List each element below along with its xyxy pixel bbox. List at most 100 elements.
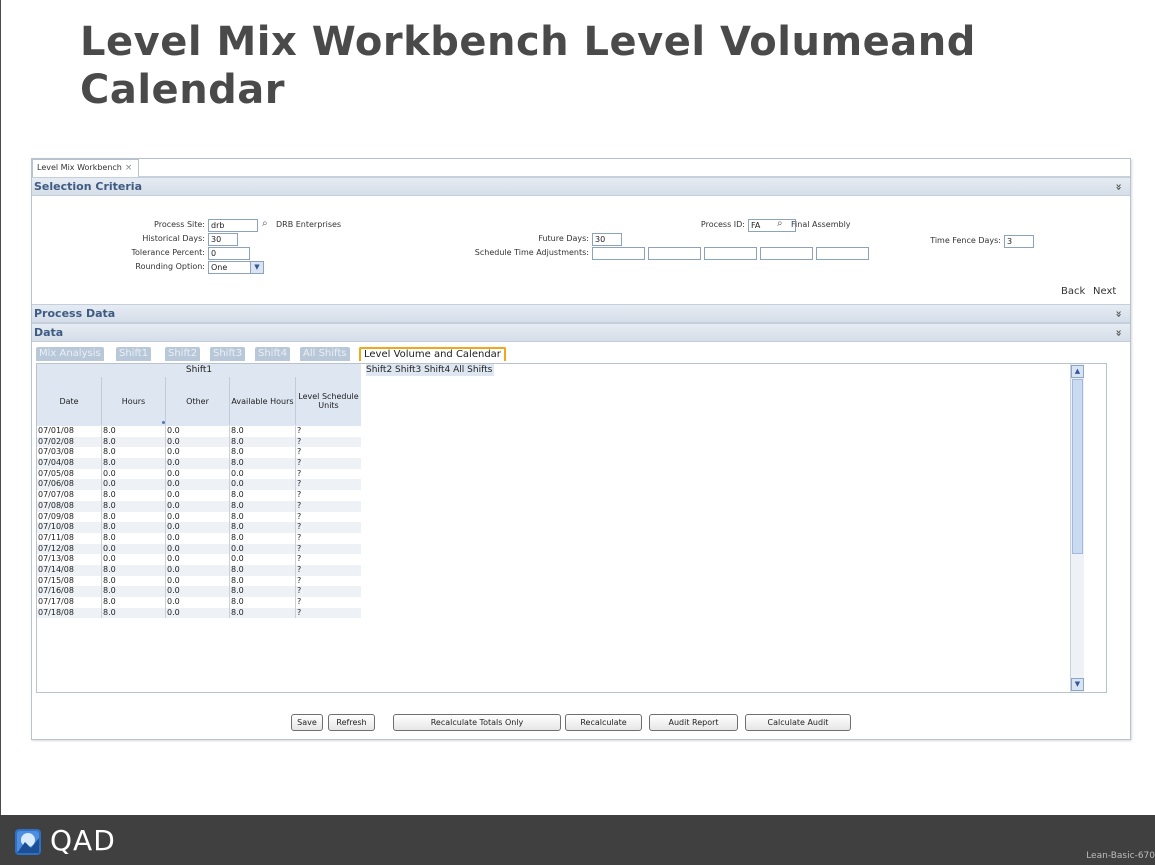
table-cell: 8.0 [229,511,295,523]
table-cell: 0.0 [101,468,165,480]
lookup-icon[interactable]: ⌕ [262,218,268,230]
recalculate-totals-only-button[interactable]: Recalculate Totals Only [393,714,561,731]
table-row[interactable]: 07/12/08 0.0 0.0 0.0? [37,543,361,555]
table-row[interactable]: 07/06/08 0.0 0.0 0.0? [37,479,361,491]
table-row[interactable]: 07/07/08 8.0 0.0 8.0? [37,490,361,501]
historical-days-label: Historical Days: [142,234,205,243]
table-row[interactable]: 07/05/08 0.0 0.0 0.0? [37,468,361,480]
future-days-input[interactable]: 30 [592,233,622,246]
scroll-thumb[interactable] [1072,379,1083,554]
calculate-audit-button[interactable]: Calculate Audit [745,714,851,731]
table-cell: 8.0 [229,500,295,512]
app-tab-bar: Level Mix Workbench × [32,159,1130,177]
scroll-up-icon[interactable]: ▲ [1071,365,1084,378]
tab-shift2[interactable]: Shift2 [165,347,201,361]
lookup-icon[interactable]: ⌕ [777,218,783,230]
back-link[interactable]: Back [1061,286,1085,298]
process-site-input[interactable]: drb [208,219,258,232]
table-cell: 8.0 [101,564,165,576]
process-site-label: Process Site: [154,220,205,229]
table-cell: 0.0 [165,607,229,619]
tab-level-mix-workbench[interactable]: Level Mix Workbench × [32,159,140,177]
rounding-option-value: One [211,263,228,272]
level-mix-workbench-window: Level Mix Workbench × Selection Criteria … [31,158,1131,740]
tolerance-percent-input[interactable]: 0 [208,247,250,260]
column-header-other[interactable]: Other [165,377,229,425]
audit-report-button[interactable]: Audit Report [649,714,738,731]
table-cell: 8.0 [101,490,165,501]
save-button[interactable]: Save [291,714,323,731]
chevron-down-icon[interactable]: ▼ [250,262,263,273]
table-cell: 0.0 [165,426,229,437]
column-header-available-hours[interactable]: Available Hours [229,377,295,425]
table-row[interactable]: 07/03/08 8.0 0.0 8.0? [37,447,361,459]
table-row[interactable]: 07/18/08 8.0 0.0 8.0? [37,607,361,619]
collapse-icon[interactable]: » [1109,329,1127,336]
vertical-scrollbar[interactable]: ▲ ▼ [1070,364,1084,692]
collapse-icon[interactable]: » [1109,183,1127,190]
data-header[interactable]: Data » [32,323,1130,342]
historical-days-input[interactable]: 30 [208,233,238,246]
table-row[interactable]: 07/11/08 8.0 0.0 8.0? [37,532,361,544]
table-cell: 8.0 [229,532,295,544]
rounding-option-label: Rounding Option: [135,262,205,271]
table-row[interactable]: 07/16/08 8.0 0.0 8.0? [37,586,361,597]
table-row[interactable]: 07/13/08 0.0 0.0 0.0? [37,554,361,565]
table-cell: 8.0 [229,586,295,597]
process-id-input[interactable]: FA [748,219,796,232]
table-row[interactable]: 07/17/08 8.0 0.0 8.0? [37,597,361,608]
table-cell: 8.0 [229,426,295,437]
process-data-header[interactable]: Process Data » [32,304,1130,323]
table-cell: 0.0 [229,554,295,565]
table-cell: 8.0 [229,490,295,501]
table-cell: ? [295,511,361,523]
schedule-time-adjustment-input-1[interactable] [592,247,645,260]
tab-mix-analysis[interactable]: Mix Analysis [36,347,104,361]
column-header-level-schedule-units[interactable]: Level Schedule Units [295,377,361,425]
table-cell: ? [295,543,361,555]
table-cell: 07/14/08 [38,564,74,574]
time-fence-days-input[interactable]: 3 [1004,235,1034,248]
table-cell: 07/16/08 [38,586,74,596]
table-row[interactable]: 07/10/08 8.0 0.0 8.0? [37,522,361,533]
process-id-label: Process ID: [700,220,745,229]
table-cell: 07/18/08 [38,607,74,617]
table-cell: 07/03/08 [38,447,74,457]
column-header-date[interactable]: Date [37,377,101,425]
close-icon[interactable]: × [125,163,133,173]
table-cell: ? [295,436,361,448]
collapse-icon[interactable]: » [1109,310,1127,317]
table-row[interactable]: 07/02/08 8.0 0.0 8.0? [37,436,361,448]
column-header-hours[interactable]: Hours [101,377,165,425]
slide-border [0,0,1,815]
schedule-time-adjustment-input-3[interactable] [704,247,757,260]
table-cell: ? [295,532,361,544]
tab-shift3[interactable]: Shift3 [210,347,246,361]
table-cell: 0.0 [165,554,229,565]
tab-all-shifts[interactable]: All Shifts [300,347,350,361]
table-cell: 8.0 [229,447,295,459]
tab-shift4[interactable]: Shift4 [255,347,291,361]
tab-level-volume-and-calendar[interactable]: Level Volume and Calendar [359,347,506,361]
schedule-time-adjustment-input-4[interactable] [760,247,813,260]
tolerance-percent-label: Tolerance Percent: [131,248,206,257]
rounding-option-select[interactable]: One ▼ [208,261,264,274]
table-cell: 8.0 [229,458,295,469]
next-link[interactable]: Next [1093,286,1116,298]
table-row[interactable]: 07/01/08 8.0 0.0 8.0? [37,426,361,437]
selection-criteria-header[interactable]: Selection Criteria » [32,177,1130,196]
table-cell: ? [295,586,361,597]
schedule-time-adjustment-input-2[interactable] [648,247,701,260]
scroll-down-icon[interactable]: ▼ [1071,678,1084,691]
table-cell: 07/17/08 [38,597,74,606]
recalculate-button[interactable]: Recalculate [565,714,642,731]
table-row[interactable]: 07/14/08 8.0 0.0 8.0? [37,564,361,576]
tab-shift1[interactable]: Shift1 [116,347,152,361]
table-row[interactable]: 07/09/08 8.0 0.0 8.0? [37,511,361,523]
table-row[interactable]: 07/15/08 8.0 0.0 8.0? [37,575,361,587]
schedule-time-adjustments-label: Schedule Time Adjustments: [474,248,589,257]
table-row[interactable]: 07/04/08 8.0 0.0 8.0? [37,458,361,469]
schedule-time-adjustment-input-5[interactable] [816,247,869,260]
refresh-button[interactable]: Refresh [328,714,375,731]
table-row[interactable]: 07/08/08 8.0 0.0 8.0? [37,500,361,512]
